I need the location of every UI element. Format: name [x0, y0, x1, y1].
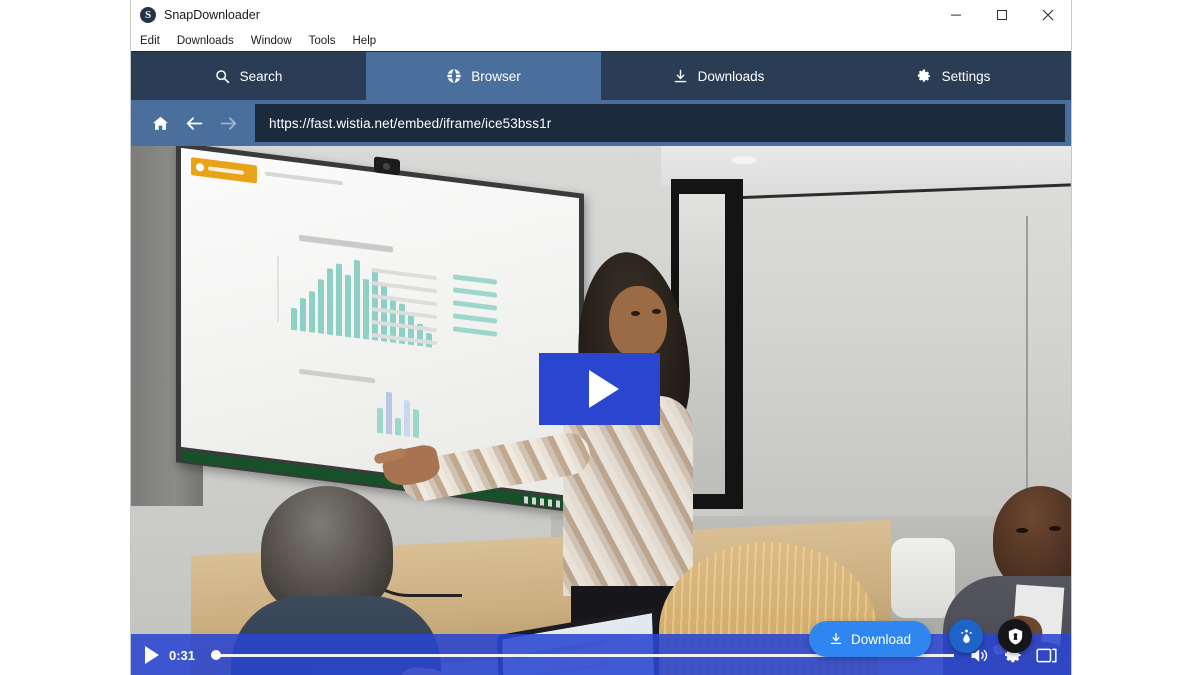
slide-bar — [291, 307, 297, 331]
app-window: S SnapDownloader Edit Downloads Window T… — [130, 0, 1072, 675]
main-tab-strip: Search Browser Downloads Settings — [131, 51, 1071, 100]
fullscreen-icon[interactable] — [1036, 646, 1057, 665]
slide-bar — [318, 279, 324, 334]
presenter-eye-right — [652, 309, 661, 314]
presenter-body — [563, 396, 693, 596]
video-player[interactable]: Download 0:31 — [131, 146, 1071, 675]
wistia-cast-icon[interactable] — [949, 619, 983, 653]
presenter-eye-left — [631, 311, 640, 316]
tab-downloads[interactable]: Downloads — [601, 52, 836, 100]
download-icon — [673, 68, 689, 84]
play-overlay-button[interactable] — [539, 353, 660, 425]
app-title: SnapDownloader — [164, 8, 260, 22]
slide-bar-small — [404, 399, 410, 437]
tab-settings-label: Settings — [941, 68, 991, 84]
tab-search-label: Search — [239, 68, 283, 84]
snapdownloader-logo-icon: S — [140, 7, 156, 23]
chair-middle — [891, 538, 955, 618]
partition-seam — [1026, 216, 1028, 516]
slide-bar — [345, 274, 351, 338]
attendee-right-eye-left — [1016, 528, 1028, 533]
slide-bar — [300, 297, 306, 332]
ceiling-light — [731, 156, 757, 164]
slide-chart-axis — [277, 255, 279, 323]
download-button-label: Download — [850, 631, 911, 647]
tab-settings[interactable]: Settings — [836, 52, 1071, 100]
slide-bar-small — [413, 409, 419, 438]
gear-icon — [917, 68, 933, 84]
tab-browser-label: Browser — [471, 68, 521, 84]
home-icon[interactable] — [143, 106, 177, 140]
attendee-right-eye-right — [1049, 526, 1061, 531]
slide-small-bar-chart — [377, 391, 447, 442]
shield-lock-icon[interactable] — [998, 619, 1032, 653]
play-icon[interactable] — [145, 646, 159, 664]
title-bar-left: S SnapDownloader — [131, 7, 260, 23]
menu-bar: Edit Downloads Window Tools Help — [131, 30, 1071, 51]
search-icon — [215, 68, 231, 84]
slide-bar — [336, 263, 342, 337]
slide-chart-title — [299, 234, 393, 253]
slide-side-bars — [453, 274, 497, 345]
slide-secondary-title — [299, 368, 375, 384]
glass-partition — [743, 184, 1071, 524]
menu-item-help[interactable]: Help — [353, 33, 385, 49]
tab-browser[interactable]: Browser — [366, 52, 601, 100]
presenter-face — [609, 286, 667, 358]
tab-downloads-label: Downloads — [697, 68, 765, 84]
menu-item-tools[interactable]: Tools — [309, 33, 344, 49]
window-controls — [933, 0, 1071, 30]
download-arrow-icon — [829, 632, 843, 646]
slide-menu-bar — [265, 171, 343, 186]
webcam — [374, 156, 400, 176]
slide-bar — [363, 278, 369, 340]
tab-search[interactable]: Search — [131, 52, 366, 100]
arrow-right-icon[interactable] — [211, 106, 245, 140]
slide-bar-small — [395, 418, 401, 436]
arrow-left-icon[interactable] — [177, 106, 211, 140]
progress-knob[interactable] — [211, 650, 221, 660]
slide-logo-badge — [191, 157, 257, 184]
browser-address-bar: https://fast.wistia.net/embed/iframe/ice… — [131, 100, 1071, 146]
slide-bar — [327, 268, 333, 336]
slide-bar — [309, 291, 315, 333]
player-time: 0:31 — [169, 647, 196, 663]
maximize-button[interactable] — [979, 0, 1025, 30]
slide-side-rows — [371, 267, 437, 354]
minimize-button[interactable] — [933, 0, 979, 30]
menu-item-window[interactable]: Window — [251, 33, 300, 49]
download-button[interactable]: Download — [808, 621, 931, 657]
slide-bar-small — [377, 407, 383, 434]
slide-bar — [354, 259, 360, 339]
menu-item-edit[interactable]: Edit — [140, 33, 168, 49]
url-input[interactable]: https://fast.wistia.net/embed/iframe/ice… — [255, 104, 1065, 142]
menu-item-downloads[interactable]: Downloads — [177, 33, 242, 49]
close-button[interactable] — [1025, 0, 1071, 30]
slide-bar-small — [386, 391, 392, 435]
play-triangle-icon — [588, 370, 619, 408]
title-bar: S SnapDownloader — [131, 0, 1071, 30]
globe-icon — [446, 68, 462, 84]
attendee-front-left-head — [261, 486, 393, 614]
